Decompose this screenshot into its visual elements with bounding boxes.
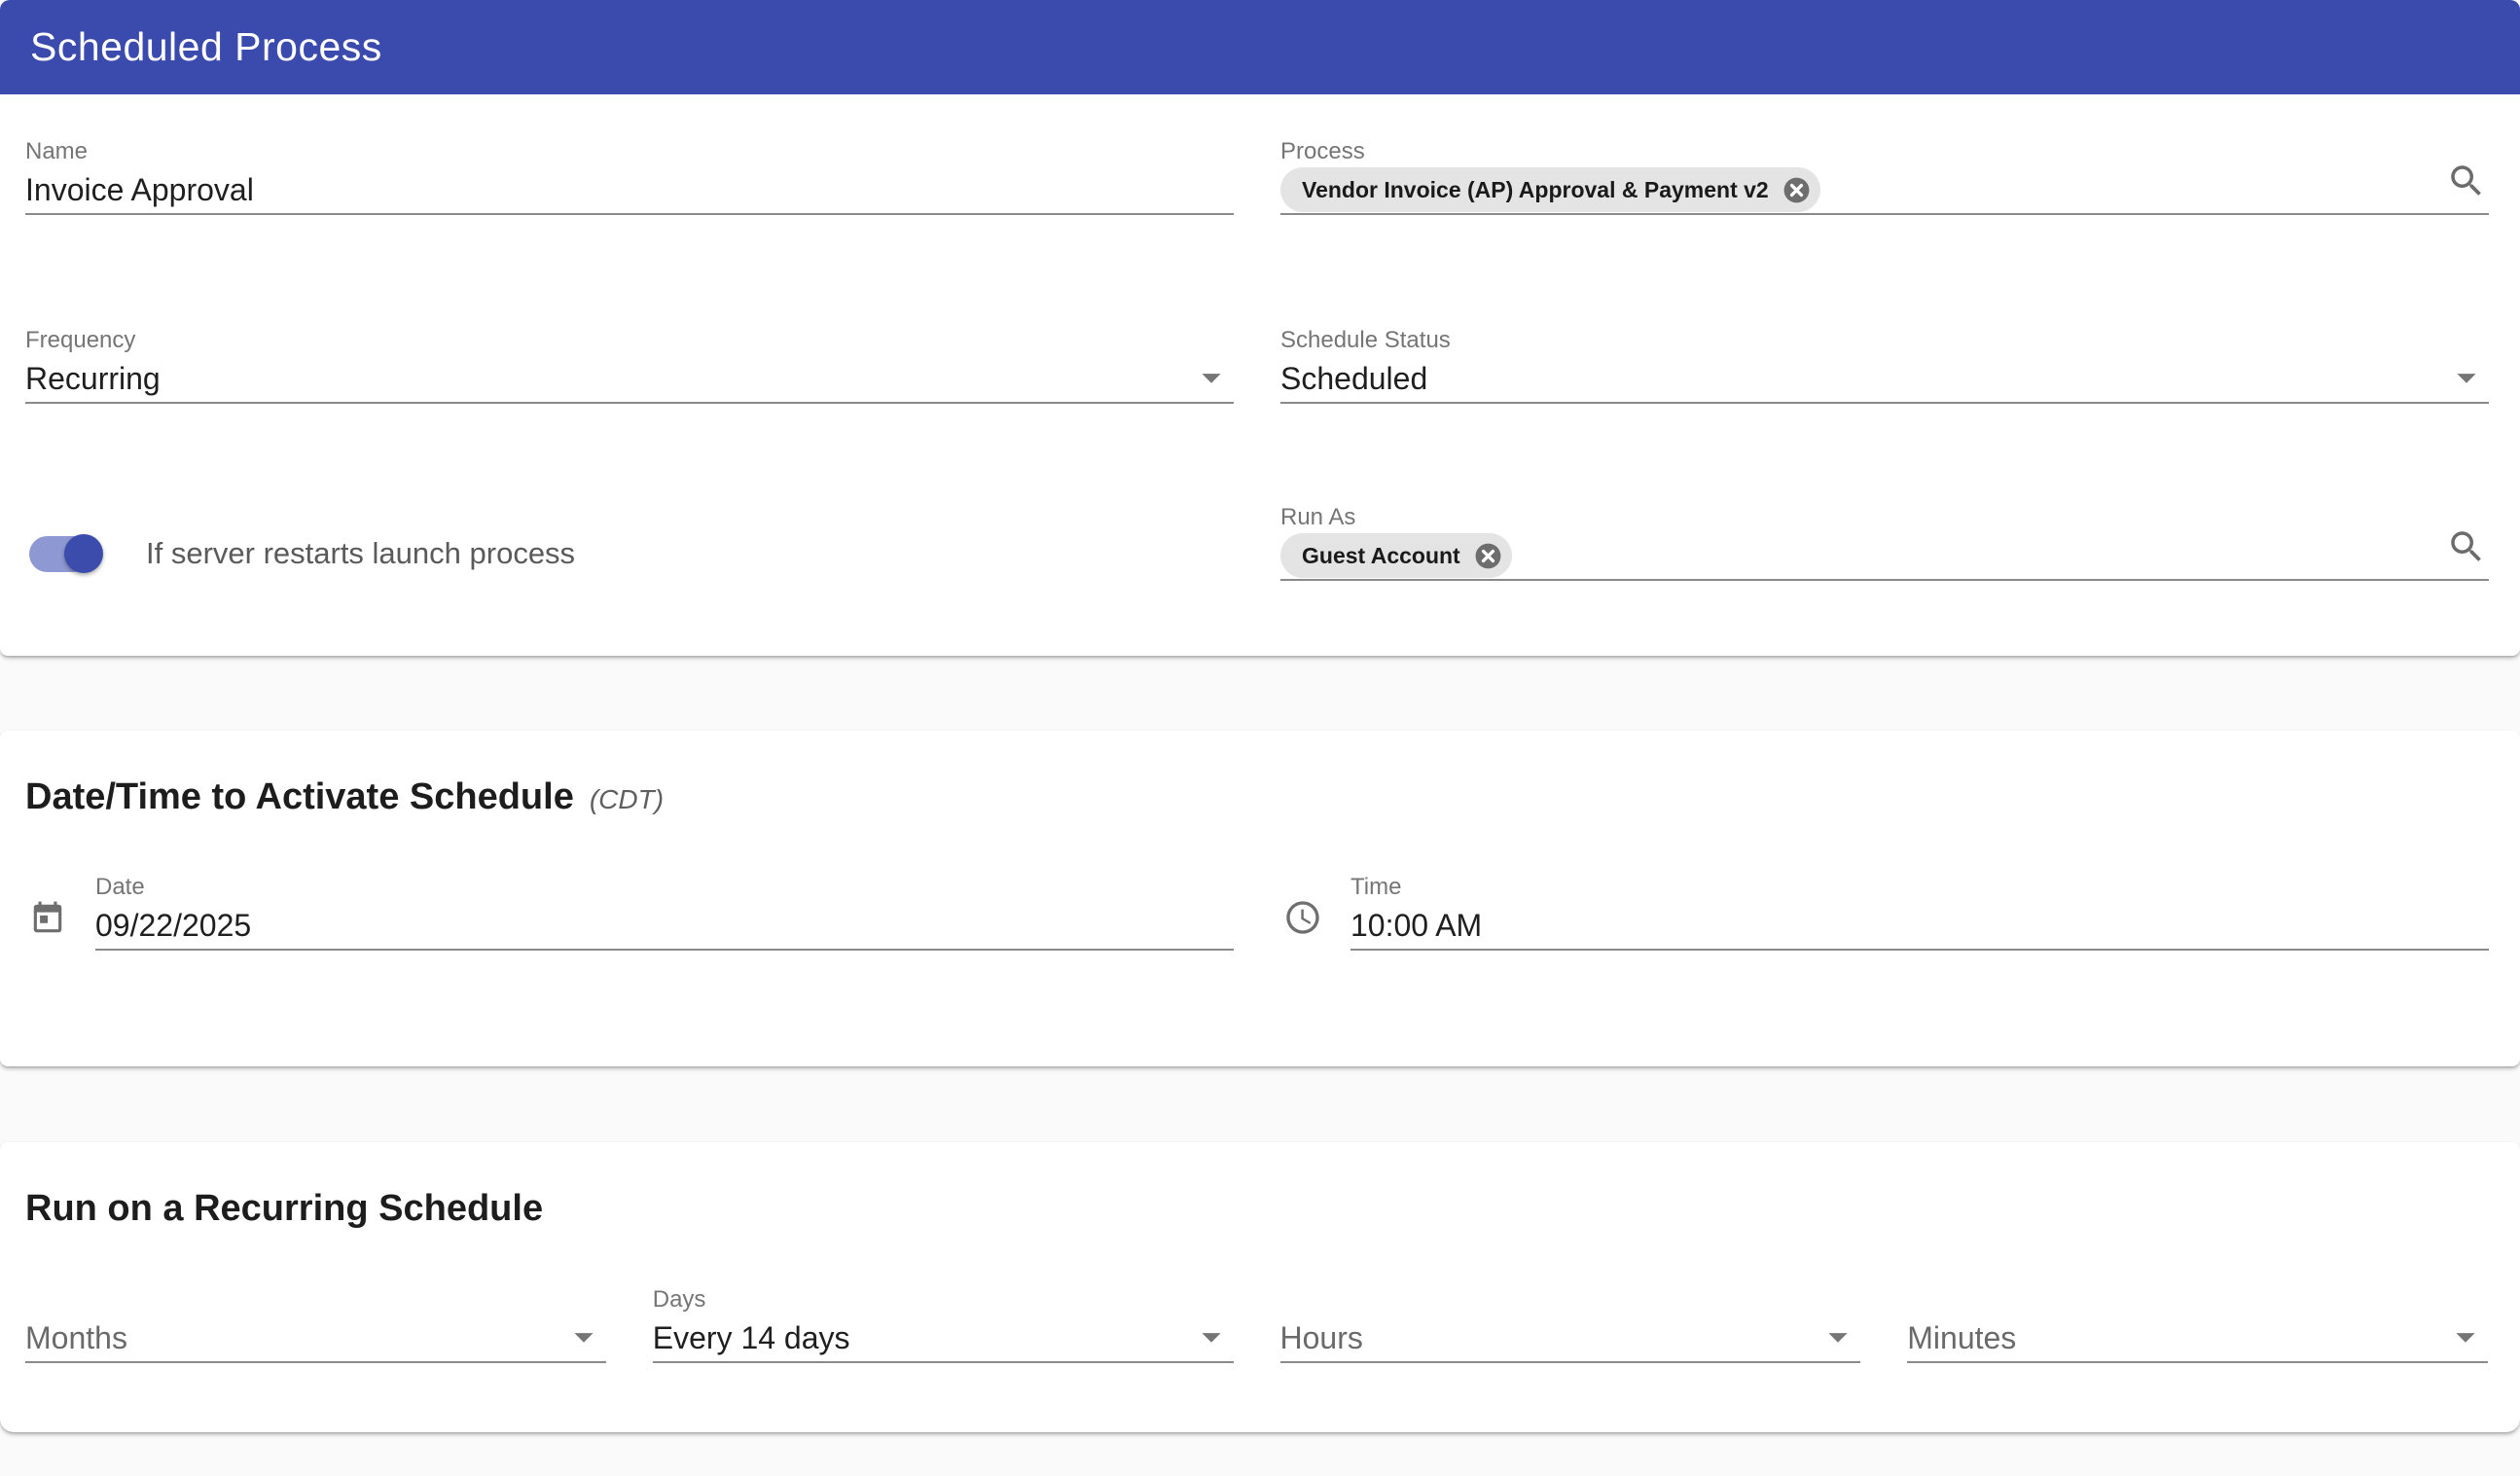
process-chip-label: Vendor Invoice (AP) Approval & Payment v… (1302, 177, 1769, 203)
run-as-chip-remove-icon[interactable] (1473, 541, 1503, 571)
hours-select[interactable]: Hours (1280, 1285, 1861, 1363)
process-search-icon[interactable] (2446, 161, 2487, 201)
schedule-status-select[interactable]: Schedule Status Scheduled (1280, 326, 2489, 404)
name-field[interactable]: Name Invoice Approval (25, 137, 1234, 215)
schedule-status-label: Schedule Status (1280, 326, 2489, 355)
date-input[interactable]: 09/22/2025 (95, 902, 1234, 949)
process-chip[interactable]: Vendor Invoice (AP) Approval & Payment v… (1280, 167, 1820, 212)
minutes-label (1907, 1285, 2488, 1314)
minutes-caret-down-icon[interactable] (2443, 1314, 2488, 1359)
page-title: Scheduled Process (30, 24, 382, 70)
days-select[interactable]: Days Every 14 days (653, 1285, 1234, 1363)
frequency-label: Frequency (25, 326, 1234, 355)
restart-toggle-row: If server restarts launch process (25, 503, 1234, 581)
recurring-section-title: Run on a Recurring Schedule (25, 1185, 543, 1232)
process-label: Process (1280, 137, 2489, 166)
frequency-select[interactable]: Frequency Recurring (25, 326, 1234, 404)
months-label (25, 1285, 606, 1314)
hours-caret-down-icon[interactable] (1816, 1314, 1860, 1359)
run-as-search-icon[interactable] (2446, 526, 2487, 567)
months-caret-down-icon[interactable] (561, 1314, 606, 1359)
frequency-caret-down-icon[interactable] (1189, 355, 1234, 400)
timezone-label: (CDT) (590, 784, 664, 815)
recurring-card: Run on a Recurring Schedule Months Days … (0, 1142, 2520, 1432)
run-as-chip[interactable]: Guest Account (1280, 533, 1512, 578)
scheduled-process-card: Scheduled Process Name Invoice Approval … (0, 0, 2520, 656)
header-bar: Scheduled Process (0, 0, 2520, 94)
name-label: Name (25, 137, 1234, 166)
date-field-group: Date 09/22/2025 (25, 873, 1234, 951)
days-caret-down-icon[interactable] (1189, 1314, 1234, 1359)
restart-toggle-label: If server restarts launch process (146, 534, 575, 573)
process-chip-remove-icon[interactable] (1782, 175, 1812, 205)
schedule-status-caret-down-icon[interactable] (2444, 355, 2489, 400)
run-as-field[interactable]: Run As Guest Account (1280, 503, 2489, 581)
hours-value[interactable]: Hours (1280, 1314, 1861, 1361)
time-field[interactable]: Time 10:00 AM (1350, 873, 2489, 951)
days-label: Days (653, 1285, 1234, 1314)
date-field[interactable]: Date 09/22/2025 (95, 873, 1234, 951)
calendar-icon[interactable] (28, 900, 67, 937)
clock-icon[interactable] (1283, 898, 1322, 937)
name-input[interactable]: Invoice Approval (25, 166, 1234, 213)
time-label: Time (1350, 873, 2489, 902)
run-as-chip-label: Guest Account (1302, 543, 1460, 569)
process-field[interactable]: Process Vendor Invoice (AP) Approval & P… (1280, 137, 2489, 215)
toggle-thumb (64, 534, 103, 573)
months-value[interactable]: Months (25, 1314, 606, 1361)
datetime-section-title: Date/Time to Activate Schedule (25, 774, 574, 820)
time-input[interactable]: 10:00 AM (1350, 902, 2489, 949)
schedule-status-value[interactable]: Scheduled (1280, 355, 2489, 402)
hours-label (1280, 1285, 1861, 1314)
run-as-label: Run As (1280, 503, 2489, 532)
datetime-card: Date/Time to Activate Schedule (CDT) Dat… (0, 731, 2520, 1066)
restart-toggle[interactable] (29, 534, 132, 573)
minutes-value[interactable]: Minutes (1907, 1314, 2488, 1361)
frequency-value[interactable]: Recurring (25, 355, 1234, 402)
card1-body: Name Invoice Approval Process Vendor Inv… (0, 137, 2520, 656)
date-label: Date (95, 873, 1234, 902)
minutes-select[interactable]: Minutes (1907, 1285, 2488, 1363)
months-select[interactable]: Months (25, 1285, 606, 1363)
time-field-group: Time 10:00 AM (1280, 873, 2489, 951)
days-value[interactable]: Every 14 days (653, 1314, 1234, 1361)
